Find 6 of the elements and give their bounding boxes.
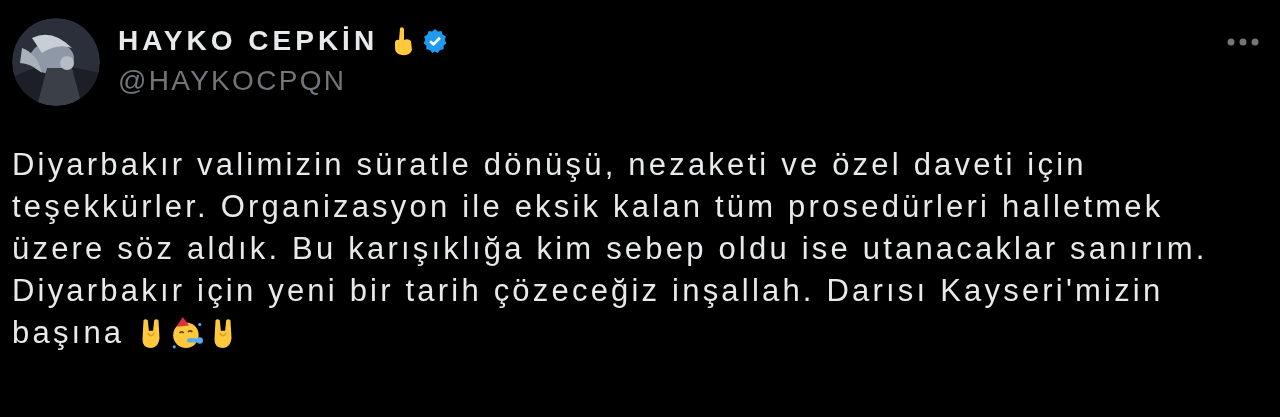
author-name: HAYKO CEPKİN <box>118 25 379 57</box>
tweet-text: başına <box>12 314 125 352</box>
author-handle: @HAYKOCPQN <box>118 65 348 97</box>
party-face-icon <box>170 316 205 350</box>
more-icon <box>1226 38 1260 46</box>
hand-icon <box>392 26 415 56</box>
